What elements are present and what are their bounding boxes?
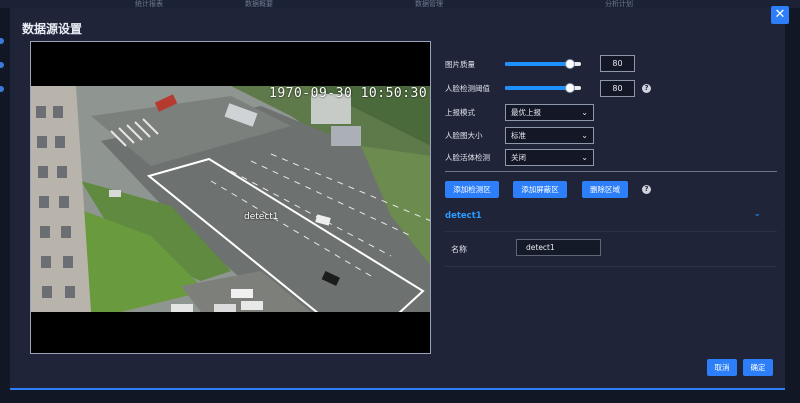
report-mode-label: 上报模式 — [445, 107, 475, 117]
face-threshold-input[interactable]: 80 — [600, 80, 635, 97]
slider-fill — [505, 62, 571, 66]
image-quality-row: 图片质量 — [445, 55, 581, 73]
detect-region-label: detect1 — [244, 212, 279, 222]
add-detect-region-button[interactable]: 添加检测区 — [445, 181, 499, 198]
face-size-value: 标准 — [511, 130, 526, 140]
delete-region-button[interactable]: 删除区域 — [582, 181, 628, 198]
background-tab: 统计报表 — [135, 0, 163, 8]
report-mode-row: 上报模式 最优上报 ⌄ — [445, 103, 594, 121]
face-size-row: 人脸图大小 标准 ⌄ — [445, 126, 594, 144]
region-section-divider — [445, 231, 777, 232]
background-nav-dot — [0, 86, 4, 92]
help-icon[interactable]: ? — [642, 185, 651, 194]
background-tab: 分析计划 — [605, 0, 633, 8]
video-timestamp: 1970-09-30 10:50:30 — [269, 86, 428, 101]
datasource-settings-modal: 数据源设置 ✕ 1970-09-30 10:50:30 detect1 图片质量… — [10, 6, 789, 390]
slider-fill — [505, 86, 571, 90]
background-nav-dot — [0, 62, 4, 68]
chevron-down-icon: ⌄ — [581, 130, 588, 140]
image-quality-input[interactable]: 80 — [600, 55, 635, 72]
background-tab: 数据管理 — [415, 0, 443, 8]
video-preview[interactable]: 1970-09-30 10:50:30 detect1 — [30, 41, 431, 354]
help-icon[interactable]: ? — [642, 84, 651, 93]
close-icon: ✕ — [774, 7, 786, 22]
liveness-select[interactable]: 关闭 ⌄ — [505, 148, 594, 166]
region-section-title[interactable]: detect1 — [445, 211, 482, 221]
camera-scene — [31, 86, 430, 312]
background-nav-dot — [0, 38, 4, 44]
close-button[interactable]: ✕ — [771, 6, 789, 24]
image-quality-slider[interactable] — [505, 59, 581, 69]
face-size-label: 人脸图大小 — [445, 130, 483, 140]
chevron-down-icon: ⌄ — [581, 107, 588, 117]
background-tab: 数据概要 — [245, 0, 273, 8]
face-size-select[interactable]: 标准 ⌄ — [505, 126, 594, 144]
face-threshold-row: 人脸检测阈值 — [445, 79, 581, 97]
face-threshold-slider[interactable] — [505, 83, 581, 93]
cancel-button[interactable]: 取消 — [707, 359, 737, 376]
add-mask-region-button[interactable]: 添加屏蔽区 — [513, 181, 567, 198]
liveness-label: 人脸活体检测 — [445, 152, 490, 162]
slider-thumb[interactable] — [565, 83, 576, 93]
settings-divider — [445, 171, 777, 172]
chevron-down-icon[interactable]: ⌄ — [753, 209, 761, 219]
chevron-down-icon: ⌄ — [581, 152, 588, 162]
image-quality-label: 图片质量 — [445, 59, 475, 69]
slider-thumb[interactable] — [565, 59, 576, 69]
liveness-row: 人脸活体检测 关闭 ⌄ — [445, 148, 594, 166]
modal-title: 数据源设置 — [22, 22, 83, 36]
region-name-input[interactable]: detect1 — [516, 239, 601, 256]
liveness-value: 关闭 — [511, 152, 526, 162]
report-mode-value: 最优上报 — [511, 107, 541, 117]
report-mode-select[interactable]: 最优上报 ⌄ — [505, 103, 594, 121]
face-threshold-label: 人脸检测阈值 — [445, 83, 490, 93]
background-tab-bar: 统计报表 数据概要 数据管理 分析计划 — [0, 0, 800, 8]
region-name-label: 名称 — [451, 245, 467, 254]
region-section-bottom — [445, 266, 777, 267]
confirm-button[interactable]: 确定 — [743, 359, 773, 376]
